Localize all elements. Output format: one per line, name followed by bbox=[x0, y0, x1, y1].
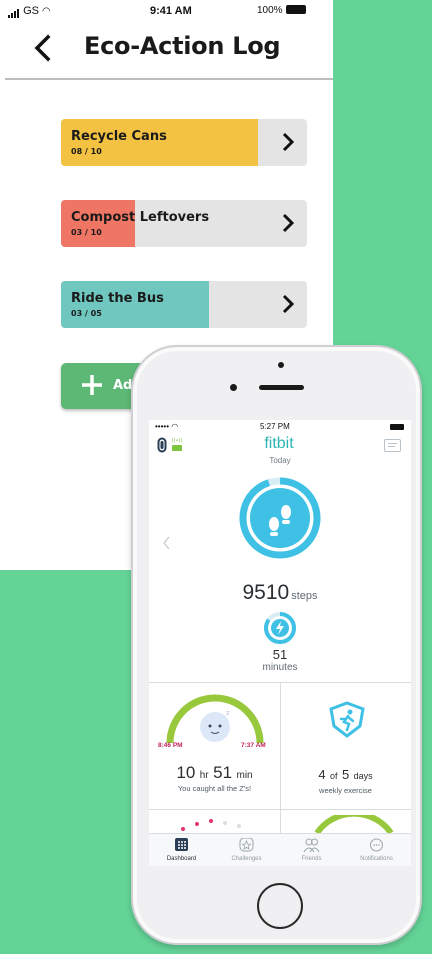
sleep-minutes-unit: min bbox=[236, 770, 253, 781]
back-chevron-icon[interactable] bbox=[32, 33, 54, 63]
status-time: 9:41 AM bbox=[150, 5, 192, 17]
tab-label: Notifications bbox=[360, 856, 393, 862]
active-minutes-ring[interactable] bbox=[262, 611, 298, 645]
steps-unit: steps bbox=[291, 590, 318, 602]
signal-dots: ••••• bbox=[155, 422, 170, 431]
battery-percent: 100% bbox=[257, 5, 283, 16]
steps-value: 9510 bbox=[242, 581, 290, 604]
iphone-frame: ••••• ◠ 5:27 PM ((•)) fitbit Today 9510 s… bbox=[131, 345, 422, 945]
dashboard-icon bbox=[175, 838, 188, 851]
active-minutes-unit: minutes bbox=[262, 662, 298, 673]
page-title: Eco-Action Log bbox=[84, 32, 281, 60]
status-bar: ••••• ◠ 5:27 PM bbox=[149, 420, 411, 434]
friends-icon bbox=[303, 838, 320, 853]
chevron-left-icon[interactable] bbox=[162, 536, 171, 550]
chevron-right-icon bbox=[282, 213, 295, 233]
tab-label: Challenges bbox=[231, 856, 262, 862]
chevron-right-icon bbox=[282, 132, 295, 152]
tracker-device-icon[interactable] bbox=[157, 437, 167, 453]
task-count: 08 / 10 bbox=[71, 147, 102, 156]
wifi-icon: ◠ bbox=[42, 6, 51, 17]
exercise-unit: days bbox=[353, 771, 373, 781]
front-sensor bbox=[278, 362, 284, 368]
sleep-end-time: 7:37 AM bbox=[241, 742, 266, 749]
carrier: GS ◠ bbox=[8, 5, 51, 18]
tab-dashboard[interactable]: Dashboard bbox=[149, 834, 214, 866]
task-name: Compost Leftovers bbox=[71, 210, 210, 225]
task-name: Ride the Bus bbox=[71, 291, 164, 306]
exercise-done: 4 bbox=[318, 767, 326, 782]
header-divider bbox=[5, 78, 333, 80]
active-minutes-value: 51 bbox=[272, 647, 288, 662]
notifications-chat-icon bbox=[370, 838, 383, 852]
task-name: Recycle Cans bbox=[71, 129, 167, 144]
sleep-minutes: 51 bbox=[213, 763, 233, 782]
task-row-compost-leftovers[interactable]: Compost Leftovers 03 / 10 bbox=[61, 200, 307, 247]
hourly-activity-dots-icon bbox=[181, 819, 241, 831]
task-row-ride-the-bus[interactable]: Ride the Bus 03 / 05 bbox=[61, 281, 307, 328]
task-row-recycle-cans[interactable]: Recycle Cans 08 / 10 bbox=[61, 119, 307, 166]
signal-icon bbox=[8, 6, 20, 18]
earpiece-speaker bbox=[259, 385, 304, 390]
status-bar: GS ◠ 9:41 AM 100% bbox=[0, 0, 333, 22]
svg-text:z: z bbox=[226, 709, 230, 717]
task-count: 03 / 05 bbox=[71, 309, 102, 318]
carrier-label: GS bbox=[23, 5, 39, 17]
account-card-icon[interactable] bbox=[384, 439, 401, 452]
exercise-goal: 5 bbox=[341, 767, 350, 782]
battery-icon bbox=[285, 5, 306, 14]
steps-ring[interactable] bbox=[235, 466, 325, 578]
carrier-signal: ••••• ◠ bbox=[155, 422, 178, 431]
sleep-hours: 10 bbox=[176, 763, 196, 782]
task-count: 03 / 10 bbox=[71, 228, 102, 237]
sleep-arc: z bbox=[166, 694, 264, 744]
steps-footprint-icon bbox=[250, 488, 310, 548]
exercise-days: 4 of 5 days bbox=[280, 766, 411, 784]
plus-icon bbox=[82, 375, 102, 395]
sleep-hours-unit: hr bbox=[199, 770, 209, 781]
exercise-runner-icon bbox=[329, 701, 365, 738]
chevron-right-icon bbox=[282, 294, 295, 314]
sleep-duration: 10 hr 51 min bbox=[149, 763, 280, 783]
status-time: 5:27 PM bbox=[260, 422, 290, 431]
home-button[interactable] bbox=[257, 883, 303, 929]
tab-notifications[interactable]: Notifications bbox=[344, 834, 409, 866]
svg-text:((•)): ((•)) bbox=[172, 438, 183, 444]
tab-friends[interactable]: Friends bbox=[279, 834, 344, 866]
tab-label: Friends bbox=[301, 856, 322, 862]
sleep-start-time: 8:46 PM bbox=[158, 742, 183, 749]
battery-icon bbox=[390, 424, 404, 430]
tab-bar: Dashboard Challenges Friends Notificatio… bbox=[149, 833, 411, 866]
day-label: Today bbox=[269, 456, 291, 465]
front-camera bbox=[230, 384, 237, 391]
wifi-icon: ◠ bbox=[171, 422, 179, 431]
tab-label: Dashboard bbox=[166, 856, 197, 862]
challenges-star-icon bbox=[239, 838, 254, 852]
sleep-message: You caught all the Z's! bbox=[177, 784, 252, 793]
partial-goal-arc bbox=[314, 815, 394, 833]
tab-challenges[interactable]: Challenges bbox=[214, 834, 279, 866]
exercise-of: of bbox=[330, 771, 338, 781]
exercise-message: weekly exercise bbox=[319, 786, 372, 795]
fitbit-logo: fitbit bbox=[264, 435, 294, 452]
fitbit-dashboard-screen: ••••• ◠ 5:27 PM ((•)) fitbit Today 9510 s… bbox=[149, 420, 411, 866]
battery-status: 100% bbox=[257, 5, 306, 16]
sync-status-icon: ((•)) bbox=[172, 438, 183, 451]
steps-count: 9510 steps bbox=[149, 581, 411, 605]
